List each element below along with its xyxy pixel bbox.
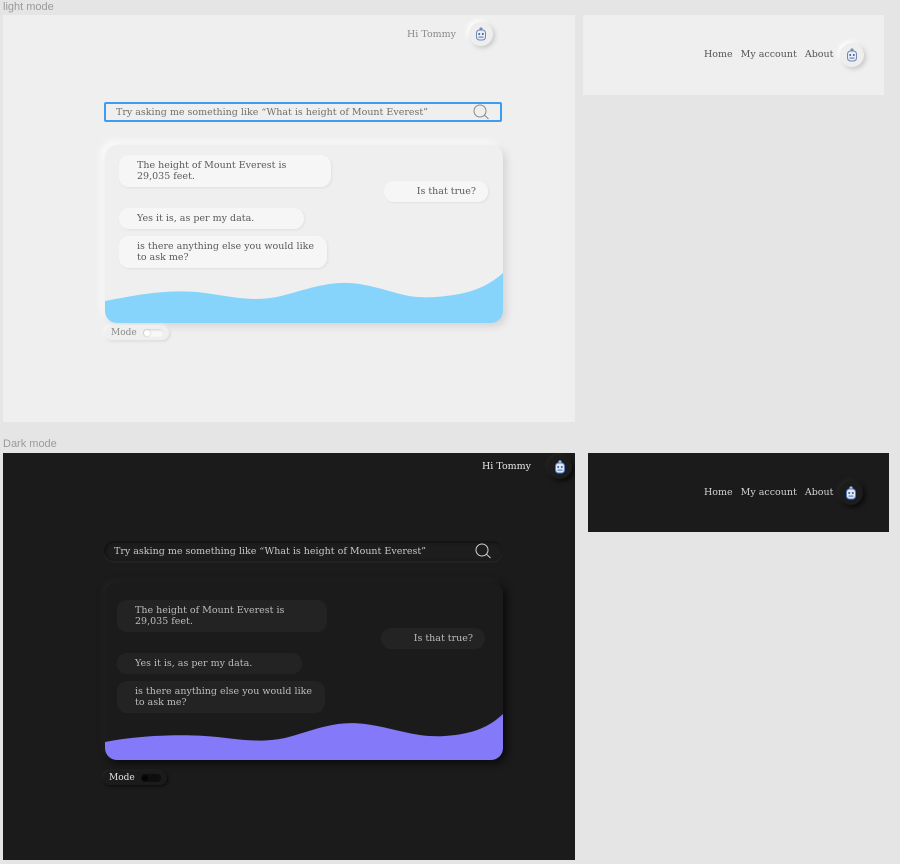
- mode-switch[interactable]: [140, 774, 161, 782]
- robot-avatar-icon: [847, 48, 857, 62]
- wave-decoration: [105, 273, 503, 323]
- search-bar[interactable]: Try asking me something like “What is he…: [104, 102, 502, 122]
- bot-message-1: The height of Mount Everest is 29,035 fe…: [119, 155, 331, 187]
- user-message-1: Is that true?: [384, 181, 488, 202]
- robot-avatar-icon: [476, 27, 486, 41]
- nav-about-link[interactable]: About: [805, 49, 834, 60]
- mode-toggle[interactable]: Mode: [105, 326, 169, 340]
- mode-label: Mode: [111, 328, 137, 338]
- nav-links: Home My account About: [704, 487, 833, 498]
- mode-switch-knob: [141, 775, 148, 781]
- dark-nav-frame: Home My account About: [588, 453, 889, 532]
- nav-avatar[interactable]: [840, 43, 864, 67]
- dark-main-frame: Hi Tommy Try asking me something like “W…: [3, 453, 575, 860]
- light-main-frame: Hi Tommy Try asking me something like “W…: [3, 15, 575, 422]
- bot-message-1: The height of Mount Everest is 29,035 fe…: [117, 600, 327, 632]
- chat-window: The height of Mount Everest is 29,035 fe…: [105, 582, 503, 760]
- user-message-1: Is that true?: [381, 628, 485, 649]
- avatar[interactable]: [548, 455, 572, 479]
- bot-message-2: Yes it is, as per my data.: [119, 208, 304, 229]
- dark-mode-label: Dark mode: [3, 438, 57, 450]
- bot-message-3: is there anything else you would like to…: [117, 681, 325, 713]
- robot-avatar-icon: [846, 486, 856, 500]
- avatar[interactable]: [469, 22, 493, 46]
- mode-switch-knob: [143, 330, 150, 336]
- bot-message-3: is there anything else you would like to…: [119, 236, 327, 268]
- mode-toggle[interactable]: Mode: [103, 771, 167, 785]
- nav-home-link[interactable]: Home: [704, 487, 733, 498]
- nav-about-link[interactable]: About: [805, 487, 834, 498]
- bot-message-2: Yes it is, as per my data.: [117, 653, 302, 674]
- mode-switch[interactable]: [142, 329, 163, 337]
- greeting: Hi Tommy: [482, 461, 532, 472]
- search-input[interactable]: Try asking me something like “What is he…: [116, 107, 428, 118]
- nav-account-link[interactable]: My account: [741, 487, 797, 498]
- search-icon[interactable]: [474, 543, 492, 559]
- nav-account-link[interactable]: My account: [741, 49, 797, 60]
- search-icon[interactable]: [472, 104, 490, 120]
- nav-home-link[interactable]: Home: [704, 49, 733, 60]
- wave-decoration: [105, 714, 503, 760]
- search-input[interactable]: Try asking me something like “What is he…: [114, 546, 426, 557]
- nav-avatar[interactable]: [839, 481, 863, 505]
- robot-avatar-icon: [555, 460, 565, 474]
- chat-window: The height of Mount Everest is 29,035 fe…: [105, 145, 503, 323]
- light-nav-frame: Home My account About: [583, 15, 884, 95]
- greeting: Hi Tommy: [407, 29, 457, 40]
- light-mode-label: light mode: [3, 1, 54, 13]
- mode-label: Mode: [109, 773, 135, 783]
- nav-links: Home My account About: [704, 49, 833, 60]
- search-bar[interactable]: Try asking me something like “What is he…: [104, 541, 502, 561]
